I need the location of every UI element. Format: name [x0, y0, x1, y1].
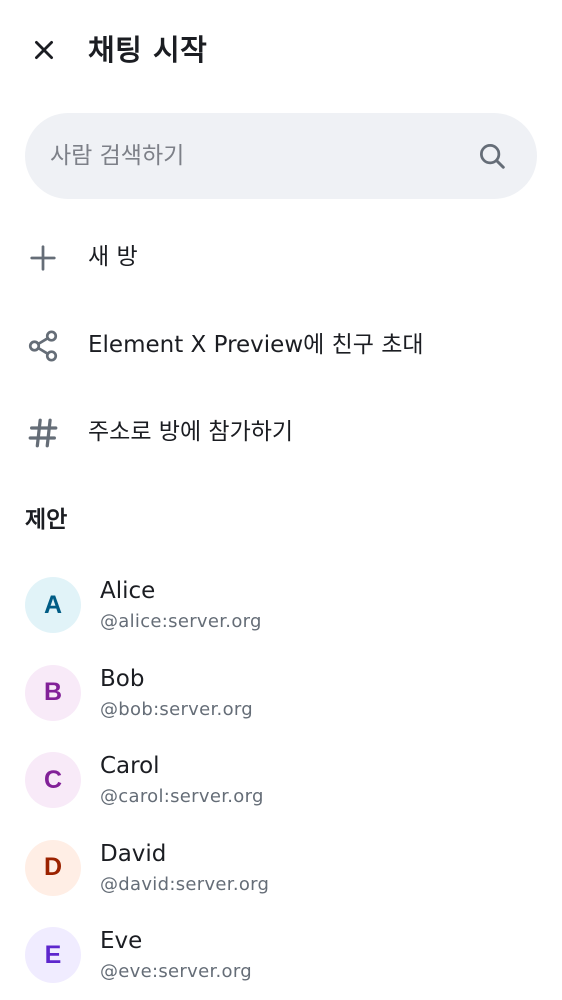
- join-room-by-address-button[interactable]: 주소로 방에 참가하기: [0, 396, 562, 468]
- user-display-name: Carol: [100, 753, 160, 779]
- page-title: 채팅 시작: [88, 33, 208, 67]
- close-button[interactable]: [22, 28, 66, 72]
- user-display-name: David: [100, 840, 167, 867]
- suggestion-item[interactable]: B Bob @bob:server.org: [0, 650, 562, 738]
- top-app-bar: 채팅 시작: [0, 0, 562, 100]
- user-id: @eve:server.org: [100, 961, 252, 982]
- avatar-initial: D: [43, 853, 63, 881]
- new-room-button[interactable]: 새 방: [0, 221, 562, 293]
- avatar: A: [25, 577, 81, 633]
- suggestion-item[interactable]: D David @david:server.org: [0, 825, 562, 913]
- user-id: @alice:server.org: [100, 611, 262, 632]
- user-id: @david:server.org: [100, 873, 270, 895]
- suggestion-list: A Alice @alice:server.org B Bob @bob:ser…: [0, 562, 562, 1000]
- avatar: D: [25, 839, 81, 896]
- search-input[interactable]: [50, 113, 470, 199]
- user-id: @carol:server.org: [100, 786, 264, 807]
- suggestion-item[interactable]: A Alice @alice:server.org: [0, 562, 562, 650]
- suggestion-item[interactable]: E Eve @eve:server.org: [0, 912, 562, 1000]
- hash-icon: [26, 416, 60, 450]
- search-bar[interactable]: [25, 113, 537, 199]
- avatar-initial: C: [43, 765, 63, 794]
- user-display-name: Alice: [100, 578, 156, 604]
- suggestion-item[interactable]: C Carol @carol:server.org: [0, 737, 562, 825]
- share-icon: [26, 329, 60, 363]
- avatar-initial: A: [43, 590, 63, 619]
- invite-friends-label: Element X Preview에 친구 초대: [88, 332, 424, 358]
- user-id: @bob:server.org: [100, 698, 253, 720]
- avatar: C: [25, 752, 81, 808]
- join-room-by-address-label: 주소로 방에 참가하기: [88, 419, 294, 445]
- search-icon[interactable]: [477, 141, 507, 171]
- suggestions-heading: 제안: [25, 507, 68, 533]
- user-display-name: Eve: [100, 928, 143, 954]
- avatar-initial: E: [44, 940, 62, 969]
- avatar-initial: B: [43, 678, 63, 706]
- new-room-label: 새 방: [88, 244, 138, 270]
- avatar: B: [25, 664, 81, 721]
- invite-friends-button[interactable]: Element X Preview에 친구 초대: [0, 309, 562, 381]
- close-icon: [35, 41, 53, 59]
- user-display-name: Bob: [100, 665, 145, 692]
- plus-icon: [26, 241, 60, 275]
- avatar: E: [25, 927, 81, 983]
